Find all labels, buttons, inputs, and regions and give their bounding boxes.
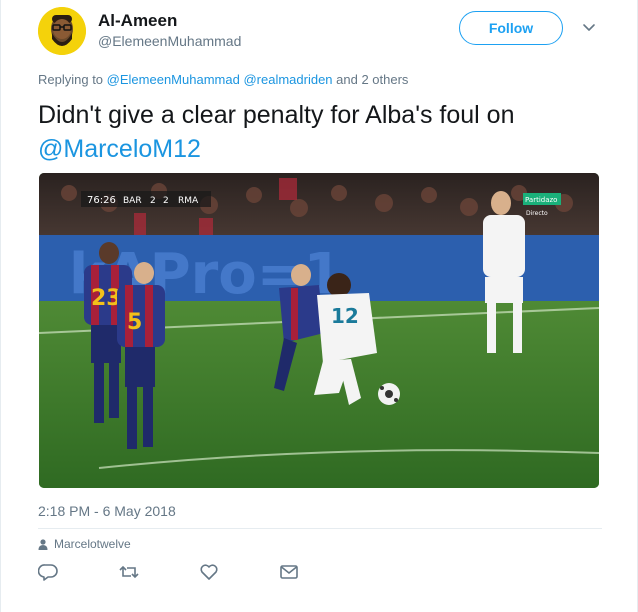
football-photo: kAPro=1 76:26 BAR 2 2 RMA Partidazo Dire…	[39, 173, 599, 488]
follow-button[interactable]: Follow	[459, 11, 563, 45]
channel-name: Partidazo	[525, 196, 557, 204]
user-handle[interactable]: @ElemeenMuhammad	[98, 33, 241, 49]
home-score: 2	[150, 196, 156, 206]
reply-mention-realmadrid[interactable]: @realmadriden	[243, 72, 332, 87]
tweet-text: Didn't give a clear penalty for Alba's f…	[38, 98, 618, 166]
divider	[38, 528, 602, 529]
user-name[interactable]: Al-Ameen	[98, 11, 177, 31]
like-icon[interactable]	[199, 562, 219, 582]
avatar-icon	[38, 7, 86, 55]
replying-to-label: Replying to	[38, 72, 104, 87]
avatar[interactable]	[38, 7, 86, 55]
channel-status: Directo	[526, 210, 548, 217]
replying-to: Replying to @ElemeenMuhammad @realmadrid…	[38, 72, 408, 87]
away-score: 2	[163, 196, 169, 206]
message-icon[interactable]	[279, 562, 299, 582]
score-clock: 76:26	[87, 195, 116, 206]
number-5: 5	[127, 310, 142, 335]
reply-mention-elemeen[interactable]: @ElemeenMuhammad	[107, 72, 240, 87]
tweet-image[interactable]: kAPro=1 76:26 BAR 2 2 RMA Partidazo Dire…	[39, 173, 599, 488]
away-team: RMA	[178, 196, 199, 206]
retweet-icon[interactable]	[119, 562, 139, 582]
home-team: BAR	[123, 196, 142, 206]
reply-icon[interactable]	[38, 562, 58, 582]
reply-others[interactable]: and 2 others	[336, 72, 408, 87]
tweet-card: Al-Ameen @ElemeenMuhammad Follow Replyin…	[0, 0, 638, 612]
person-icon	[38, 538, 48, 550]
tweet-timestamp[interactable]: 2:18 PM - 6 May 2018	[38, 503, 176, 519]
chevron-down-icon[interactable]	[579, 17, 599, 37]
via-user[interactable]: Marcelotwelve	[54, 537, 131, 551]
via-attribution: Marcelotwelve	[38, 537, 131, 551]
number-12: 12	[331, 304, 359, 328]
tweet-mention[interactable]: @MarceloM12	[38, 135, 201, 163]
football	[378, 383, 400, 405]
tweet-body: Didn't give a clear penalty for Alba's f…	[38, 101, 515, 129]
